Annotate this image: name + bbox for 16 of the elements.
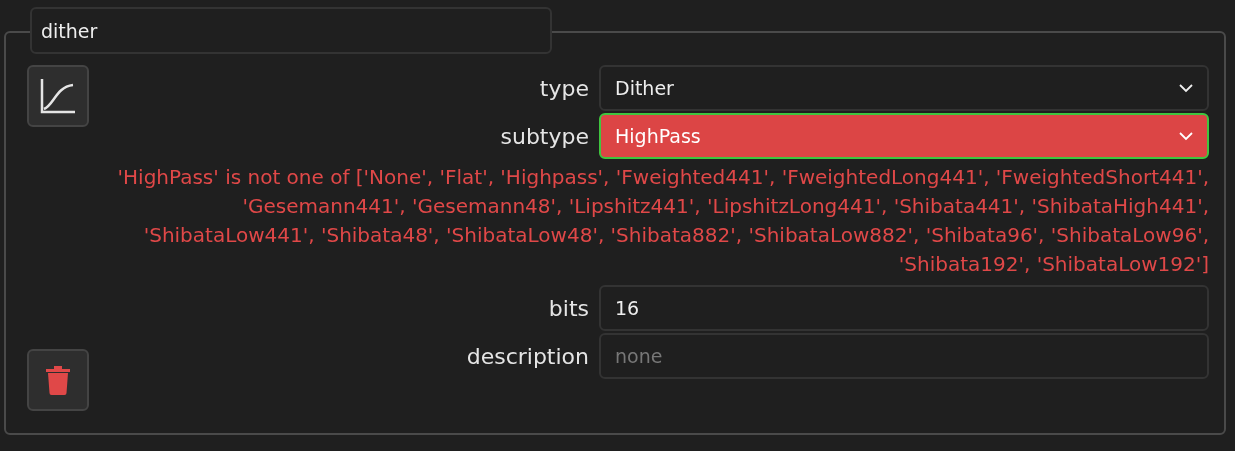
field-label: subtype <box>500 122 589 151</box>
field-label: bits <box>548 294 589 323</box>
dropdown[interactable]: HighPass <box>599 113 1209 159</box>
chevron-down-icon <box>1179 131 1193 141</box>
chevron-down-icon <box>1179 83 1193 93</box>
trash-icon <box>46 365 70 395</box>
curve-icon <box>39 77 77 115</box>
input-field[interactable]: none <box>599 333 1209 379</box>
chart-button[interactable] <box>27 65 89 127</box>
field-label: type <box>539 74 589 103</box>
input-field[interactable]: 16 <box>599 285 1209 331</box>
name-field[interactable]: dither <box>30 7 552 54</box>
delete-button[interactable] <box>27 349 89 411</box>
error-message: 'HighPass' is not one of ['None', 'Flat', 'Highpass', 'Fweighted441', 'FweightedLong441', 'FweightedShort441', 'Gesemann441', 'Gesemann48', 'Lipshitz441', 'LipshitzLong441', 'Shibata441', 'ShibataHigh441', 'ShibataLow441', 'Shibata48', 'ShibataLow48', 'Shibata882', 'ShibataLow882', 'Shibata96', 'ShibataLow96', 'Shibata192', 'ShibataLow192'] <box>116 164 1209 278</box>
dropdown[interactable]: Dither <box>599 65 1209 111</box>
field-label: description <box>466 342 589 371</box>
